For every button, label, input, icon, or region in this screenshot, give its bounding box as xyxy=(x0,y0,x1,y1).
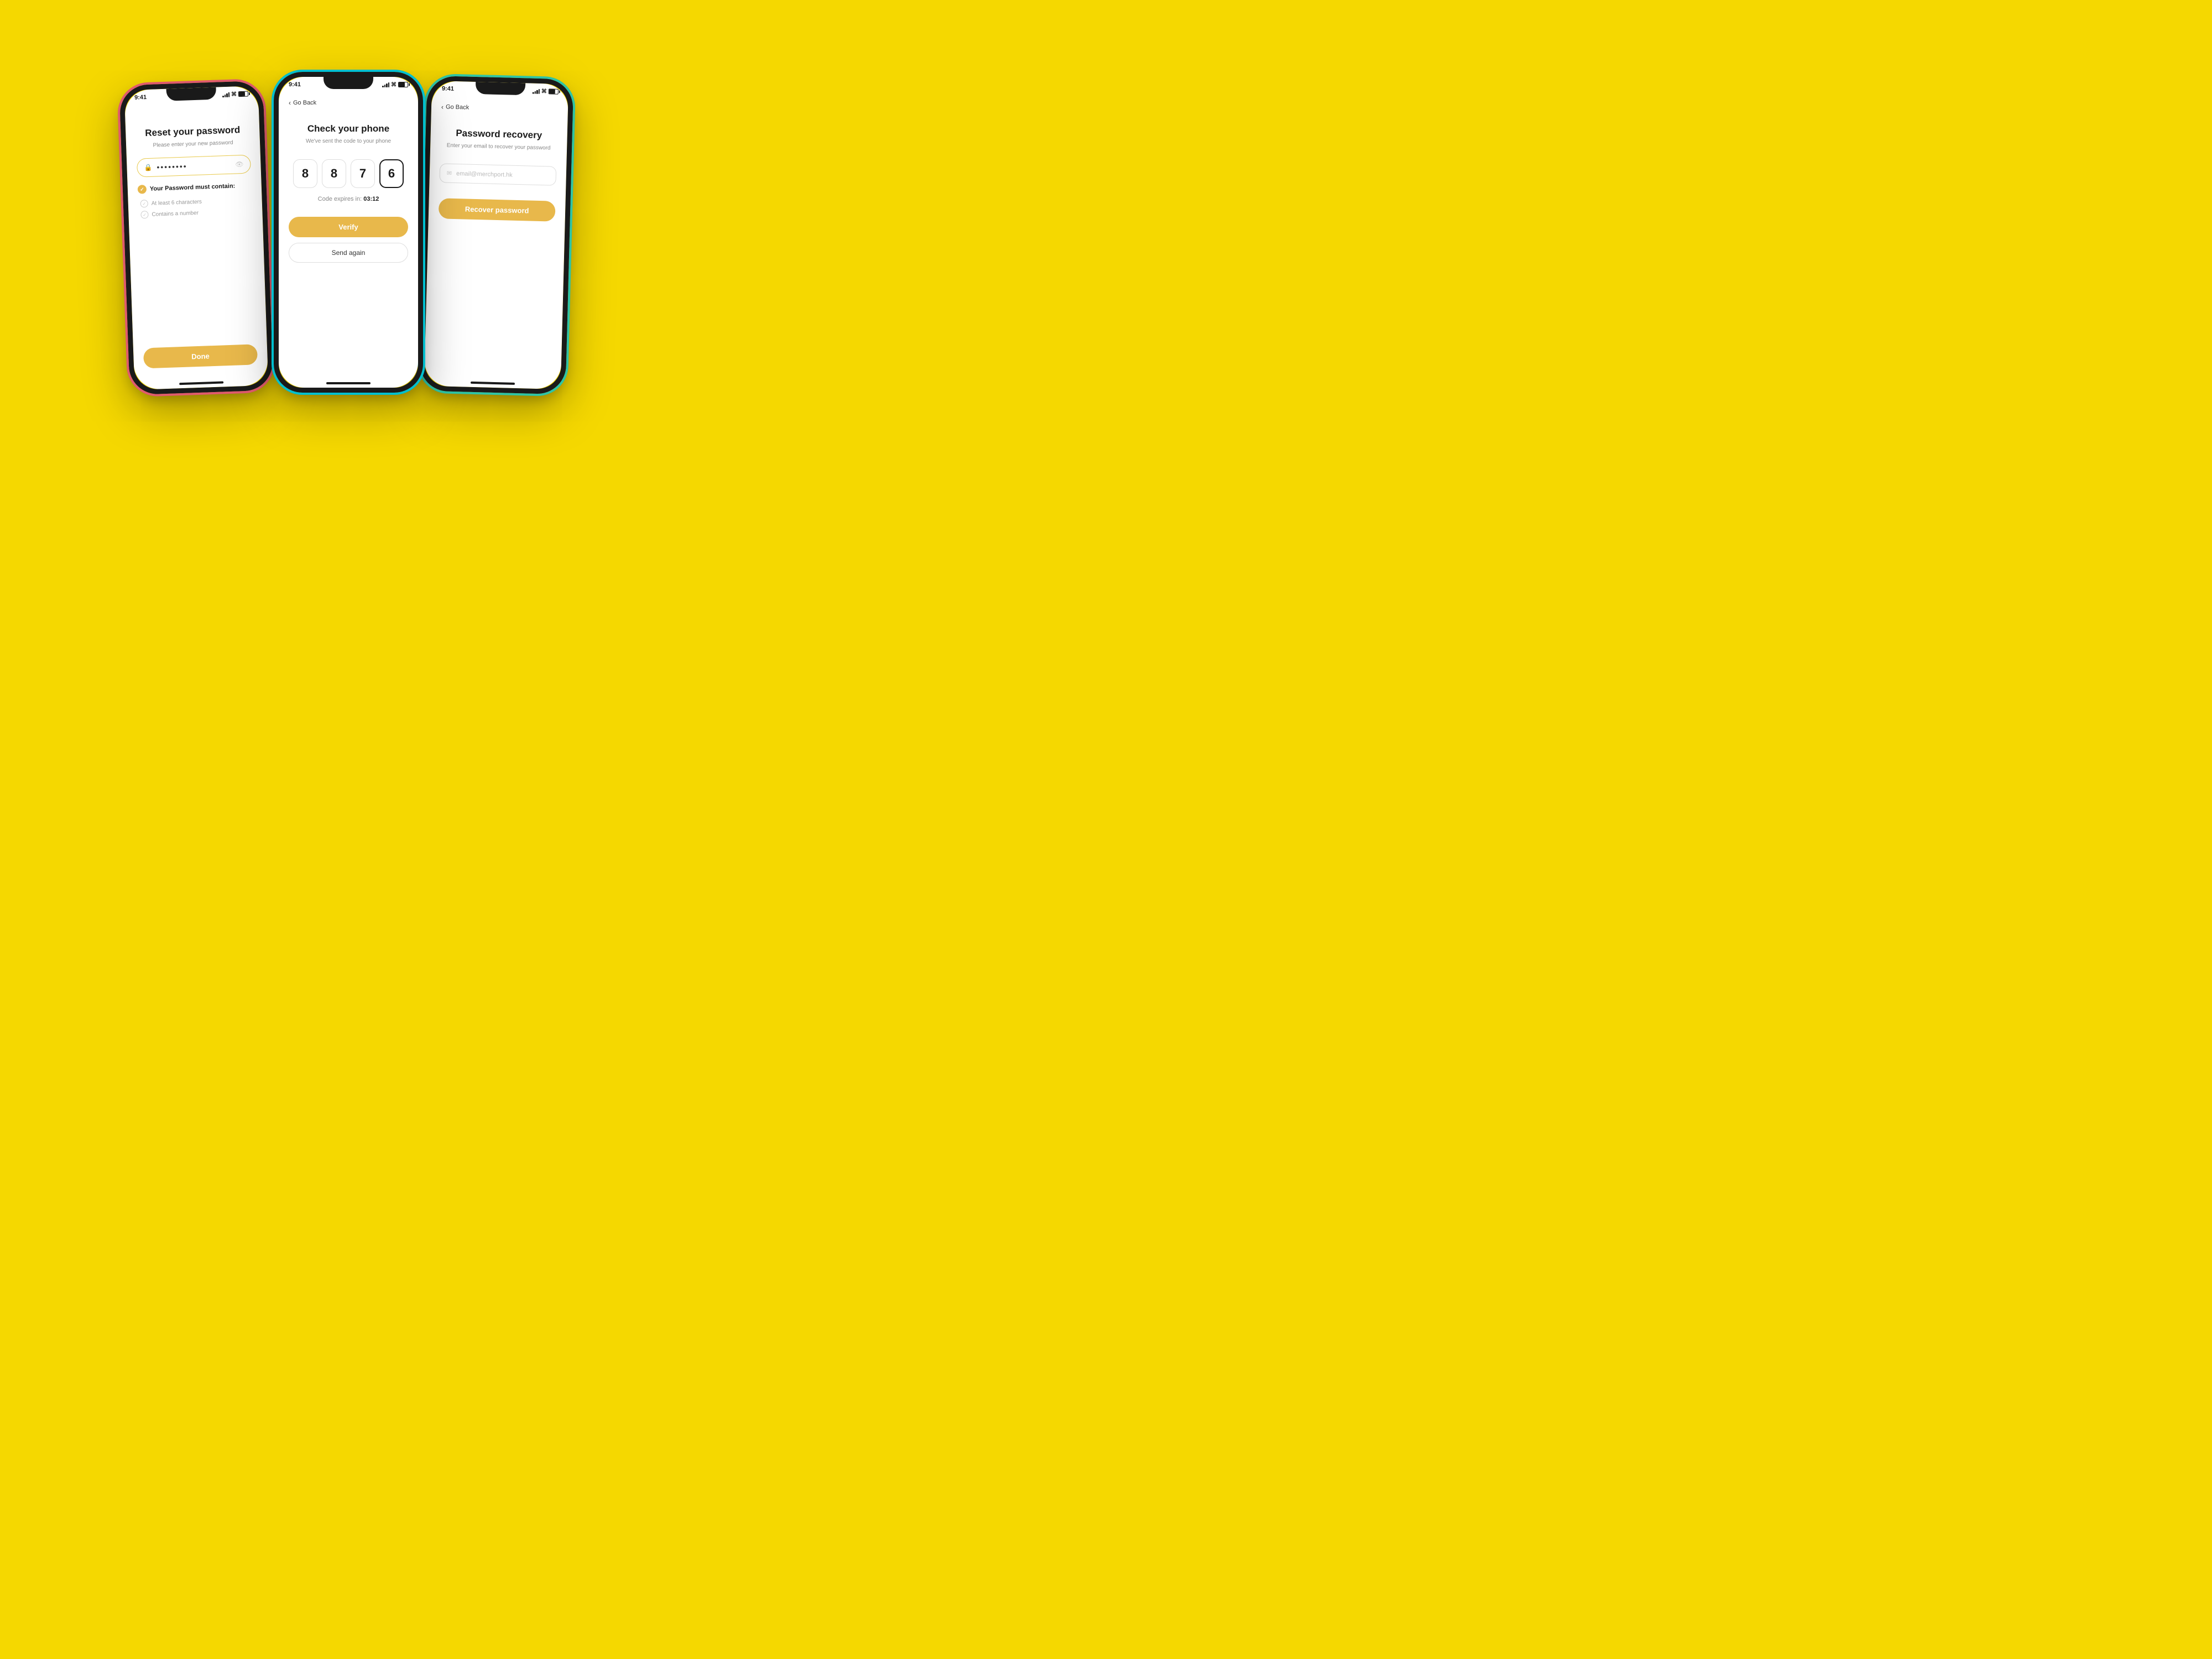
requirements-title: Your Password must contain: xyxy=(150,182,236,192)
check-phone-subtitle: We've sent the code to your phone xyxy=(289,138,408,145)
phone-password-recovery: 9:41 ⌘ ‹ Go Back xyxy=(419,76,574,395)
requirements-check-icon xyxy=(138,185,147,194)
notch-2 xyxy=(324,77,373,89)
req-length-icon xyxy=(140,200,148,207)
time-3: 9:41 xyxy=(442,85,454,92)
go-back-label-3: Go Back xyxy=(446,104,469,111)
otp-container: 8 8 7 6 xyxy=(289,159,408,188)
status-icons-1: ⌘ xyxy=(222,91,248,98)
signal-icon-1 xyxy=(222,92,229,97)
check-phone-title: Check your phone xyxy=(289,123,408,134)
recover-password-button[interactable]: Recover password xyxy=(439,198,556,222)
wifi-icon-3: ⌘ xyxy=(541,88,547,95)
requirements-header: Your Password must contain: xyxy=(138,181,252,194)
screen-content-1: Reset your password Please enter your ne… xyxy=(124,99,268,380)
phones-container: 9:41 ⌘ Reset your password xyxy=(102,50,600,448)
verify-button[interactable]: Verify xyxy=(289,217,408,237)
otp-digit-4[interactable]: 6 xyxy=(379,159,404,188)
reset-subtitle: Please enter your new password xyxy=(136,139,250,150)
battery-icon-1 xyxy=(238,91,248,97)
back-chevron-2: ‹ xyxy=(289,99,291,107)
recovery-subtitle: Enter your email to recover your passwor… xyxy=(440,142,557,152)
screen-content-2: ‹ Go Back Check your phone We've sent th… xyxy=(279,90,418,378)
otp-digit-1[interactable]: 8 xyxy=(293,159,317,188)
signal-icon-2 xyxy=(382,82,389,87)
notch-3 xyxy=(475,82,525,95)
lock-icon: 🔒 xyxy=(144,164,152,172)
req-number-text: Contains a number xyxy=(152,210,199,217)
req-number-icon xyxy=(140,211,148,218)
otp-digit-2[interactable]: 8 xyxy=(322,159,346,188)
time-1: 9:41 xyxy=(134,94,147,101)
recovery-title: Password recovery xyxy=(441,127,557,142)
status-icons-2: ⌘ xyxy=(382,82,408,88)
timer-value: 03:12 xyxy=(363,196,379,202)
battery-icon-2 xyxy=(398,82,408,87)
send-again-button[interactable]: Send again xyxy=(289,243,408,263)
timer-text: Code expires in: 03:12 xyxy=(289,196,408,202)
wifi-icon-2: ⌘ xyxy=(391,82,397,88)
phone-reset-password: 9:41 ⌘ Reset your password xyxy=(119,81,273,395)
signal-icon-3 xyxy=(533,88,540,94)
password-input-wrapper[interactable]: 🔒 •••••••• 👁 xyxy=(137,154,251,177)
home-indicator-1 xyxy=(179,381,223,385)
go-back-button-2[interactable]: ‹ Go Back xyxy=(289,96,408,112)
eye-icon[interactable]: 👁 xyxy=(235,160,244,169)
password-field[interactable]: •••••••• xyxy=(156,160,235,171)
phone-check-phone: 9:41 ⌘ ‹ Go Back xyxy=(274,72,423,393)
time-2: 9:41 xyxy=(289,81,301,88)
email-input-wrapper[interactable]: ✉ email@merchport.hk xyxy=(439,163,556,186)
email-field[interactable]: email@merchport.hk xyxy=(456,170,513,179)
screen-content-3: ‹ Go Back Password recovery Enter your e… xyxy=(424,94,568,379)
go-back-label-2: Go Back xyxy=(293,100,316,106)
wifi-icon-1: ⌘ xyxy=(231,91,237,97)
notch-1 xyxy=(166,87,217,101)
otp-digit-3[interactable]: 7 xyxy=(351,159,375,188)
status-icons-3: ⌘ xyxy=(533,88,559,95)
done-button[interactable]: Done xyxy=(143,344,258,368)
req-length-text: At least 6 characters xyxy=(152,199,202,206)
back-chevron-3: ‹ xyxy=(441,103,444,111)
timer-label: Code expires in: xyxy=(318,196,362,202)
email-icon: ✉ xyxy=(447,170,452,177)
home-indicator-3 xyxy=(470,382,514,385)
battery-icon-3 xyxy=(549,88,559,94)
home-indicator-2 xyxy=(326,382,371,384)
